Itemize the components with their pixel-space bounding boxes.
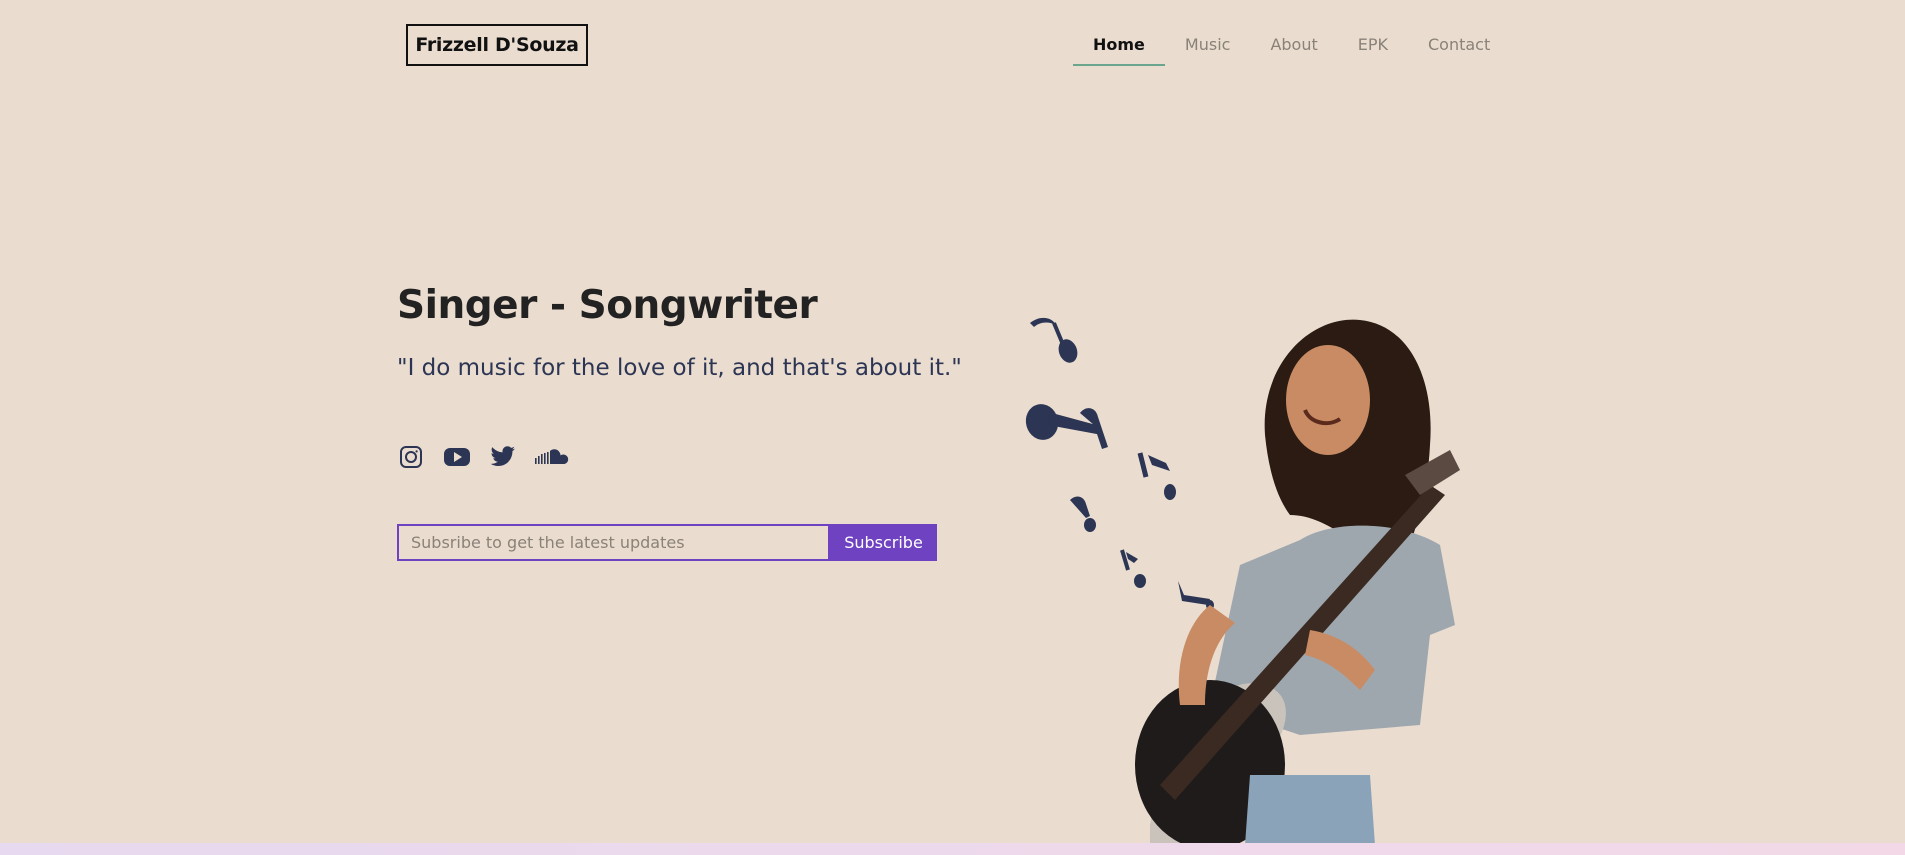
soundcloud-icon[interactable]	[535, 443, 571, 471]
main-nav: Home Music About EPK Contact	[1073, 32, 1510, 66]
subscribe-button[interactable]: Subscribe	[830, 524, 937, 561]
hero-quote: "I do music for the love of it, and that…	[397, 355, 962, 381]
guitarist-illustration	[1135, 319, 1460, 850]
twitter-icon[interactable]	[489, 443, 517, 471]
instagram-icon[interactable]	[397, 443, 425, 471]
nav-about[interactable]: About	[1250, 32, 1337, 66]
brand-logo[interactable]: Frizzell D'Souza	[406, 24, 588, 66]
bottom-gradient-strip	[0, 843, 1905, 855]
nav-music[interactable]: Music	[1165, 32, 1251, 66]
nav-contact[interactable]: Contact	[1408, 32, 1510, 66]
hero-illustration	[1010, 305, 1510, 850]
social-links	[397, 443, 571, 471]
music-notes-icon	[1025, 317, 1214, 610]
subscribe-email-input[interactable]	[397, 524, 830, 561]
hero-title: Singer - Songwriter	[397, 283, 818, 328]
nav-home[interactable]: Home	[1073, 32, 1165, 66]
youtube-icon[interactable]	[443, 443, 471, 471]
nav-epk[interactable]: EPK	[1338, 32, 1408, 66]
subscribe-form: Subscribe	[397, 524, 937, 561]
page: Frizzell D'Souza Home Music About EPK Co…	[0, 0, 1905, 855]
